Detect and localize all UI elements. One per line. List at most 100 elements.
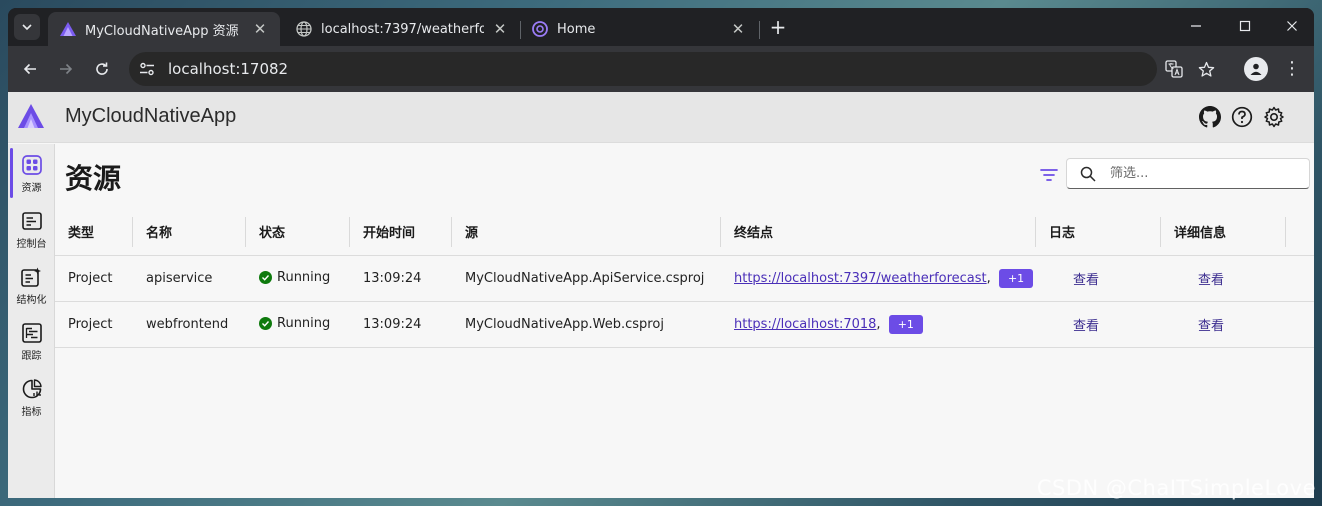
cell-type: Project [55,301,133,348]
status-badge: Running [259,316,330,331]
close-icon[interactable]: ✕ [252,20,268,38]
watermark-text: CSDN @ChaITSimpleLove [1036,476,1316,500]
nav-label: 指标 [21,407,42,418]
app-name[interactable]: MyCloudNativeApp [65,105,236,128]
window-close-icon[interactable] [1280,14,1304,38]
filter-icon[interactable] [1038,164,1060,186]
cell-logs: 查看 [1036,255,1161,302]
settings-gear-icon[interactable] [1262,105,1286,129]
cell-name: apiservice [133,255,246,302]
nav-item-resources[interactable]: 资源 [8,144,55,198]
status-badge: Running [259,270,330,285]
view-logs-link[interactable]: 查看 [1049,273,1099,288]
browser-toolbar: localhost:17082 ⋮ [8,46,1314,92]
more-endpoints-badge[interactable]: +1 [888,314,923,334]
column-header-type[interactable]: 类型 [55,208,133,256]
tab-home[interactable]: Home ✕ [520,12,758,46]
view-logs-link[interactable]: 查看 [1049,319,1099,334]
table-row: Project apiservice Running 13:09:24 MyCl… [55,255,1314,302]
table-row: Project webfrontend Running 13:09:24 MyC… [55,301,1314,348]
cell-start-time: 13:09:24 [350,255,452,302]
tab-aspire-resources[interactable]: MyCloudNativeApp 资源 ✕ [48,12,280,46]
profile-avatar-icon[interactable] [1244,57,1268,81]
github-icon[interactable] [1198,105,1222,129]
nav-item-traces[interactable]: 跟踪 [8,312,55,364]
cell-start-time: 13:09:24 [350,301,452,348]
cell-spacer [1286,255,1314,302]
translate-icon[interactable] [1162,57,1186,81]
tab-title: MyCloudNativeApp 资源 [85,23,239,39]
tab-weatherforecast[interactable]: localhost:7397/weatherforecast ✕ [284,12,520,46]
view-details-link[interactable]: 查看 [1174,273,1224,288]
traces-icon [21,322,43,344]
cell-state: Running [246,301,350,348]
nav-item-structured-logs[interactable]: 结构化 [8,256,55,308]
tab-search-button[interactable] [14,14,40,40]
maximize-icon[interactable] [1233,14,1257,38]
endpoint-link[interactable]: https://localhost:7018 [734,317,876,332]
resources-page: 资源 类型 名称 状态 开始时间 源 终结点 [55,144,1314,498]
cell-source: MyCloudNativeApp.ApiService.csproj [452,255,721,302]
cell-endpoints: https://localhost:7018, +1 [721,301,1036,348]
back-arrow-icon[interactable] [18,57,42,81]
tab-title: Home [557,21,596,37]
view-details-link[interactable]: 查看 [1174,319,1224,334]
column-header-state[interactable]: 状态 [246,208,350,256]
cell-endpoints: https://localhost:7397/weatherforecast, … [721,255,1036,302]
cell-spacer [1286,301,1314,348]
aspire-dashboard: MyCloudNativeApp 资源 控制台 结构化 跟踪 指标 资源 筛选.… [8,92,1314,498]
cell-source: MyCloudNativeApp.Web.csproj [452,301,721,348]
reload-icon[interactable] [90,57,114,81]
browser-menu-icon[interactable]: ⋮ [1282,57,1302,81]
cell-details: 查看 [1161,301,1286,348]
cell-logs: 查看 [1036,301,1161,348]
aspire-logo-icon [60,21,76,37]
more-endpoints-badge[interactable]: +1 [998,268,1034,288]
tab-separator [759,21,760,39]
endpoint-link[interactable]: https://localhost:7397/weatherforecast [734,271,987,286]
nav-item-metrics[interactable]: 指标 [8,368,55,420]
forward-arrow-icon[interactable] [54,57,78,81]
resources-table: 类型 名称 状态 开始时间 源 终结点 日志 详细信息 Project apis… [55,208,1314,348]
nav-label: 跟踪 [21,351,42,362]
column-header-details[interactable]: 详细信息 [1161,208,1286,256]
column-header-spacer [1286,208,1314,256]
minimize-icon[interactable] [1184,14,1208,38]
check-circle-icon [259,317,272,330]
column-header-start-time[interactable]: 开始时间 [350,208,452,256]
close-icon[interactable]: ✕ [730,20,746,38]
new-tab-button[interactable]: + [766,15,790,39]
tab-title: localhost:7397/weatherforecast [321,21,484,37]
console-icon [21,210,43,232]
column-header-logs[interactable]: 日志 [1036,208,1161,256]
table-header-row: 类型 名称 状态 开始时间 源 终结点 日志 详细信息 [55,208,1314,256]
close-icon[interactable]: ✕ [492,20,508,38]
browser-window: MyCloudNativeApp 资源 ✕ localhost:7397/wea… [8,8,1314,498]
app-header: MyCloudNativeApp [8,92,1314,143]
cell-state: Running [246,255,350,302]
nav-item-console[interactable]: 控制台 [8,200,55,252]
metrics-chart-icon [21,378,43,400]
filter-input[interactable] [1110,166,1300,181]
site-settings-icon[interactable] [132,54,162,84]
nav-label: 资源 [21,183,42,194]
address-bar[interactable]: localhost:17082 [129,52,1157,86]
cell-type: Project [55,255,133,302]
column-header-endpoints[interactable]: 终结点 [721,208,1036,256]
check-circle-icon [259,271,272,284]
cell-name: webfrontend [133,301,246,348]
blazor-icon [532,21,548,37]
help-icon[interactable] [1230,105,1254,129]
column-header-source[interactable]: 源 [452,208,721,256]
column-header-name[interactable]: 名称 [133,208,246,256]
resources-grid-icon [21,154,43,176]
filter-search-box[interactable] [1066,158,1310,189]
globe-icon [296,21,312,37]
aspire-logo-icon[interactable] [18,104,44,130]
tab-strip: MyCloudNativeApp 资源 ✕ localhost:7397/wea… [8,8,1314,46]
bookmark-star-icon[interactable] [1194,57,1218,81]
page-title: 资源 [65,162,122,195]
side-navigation: 资源 控制台 结构化 跟踪 指标 [8,144,55,498]
nav-label: 结构化 [16,295,47,306]
address-url: localhost:17082 [168,60,289,78]
